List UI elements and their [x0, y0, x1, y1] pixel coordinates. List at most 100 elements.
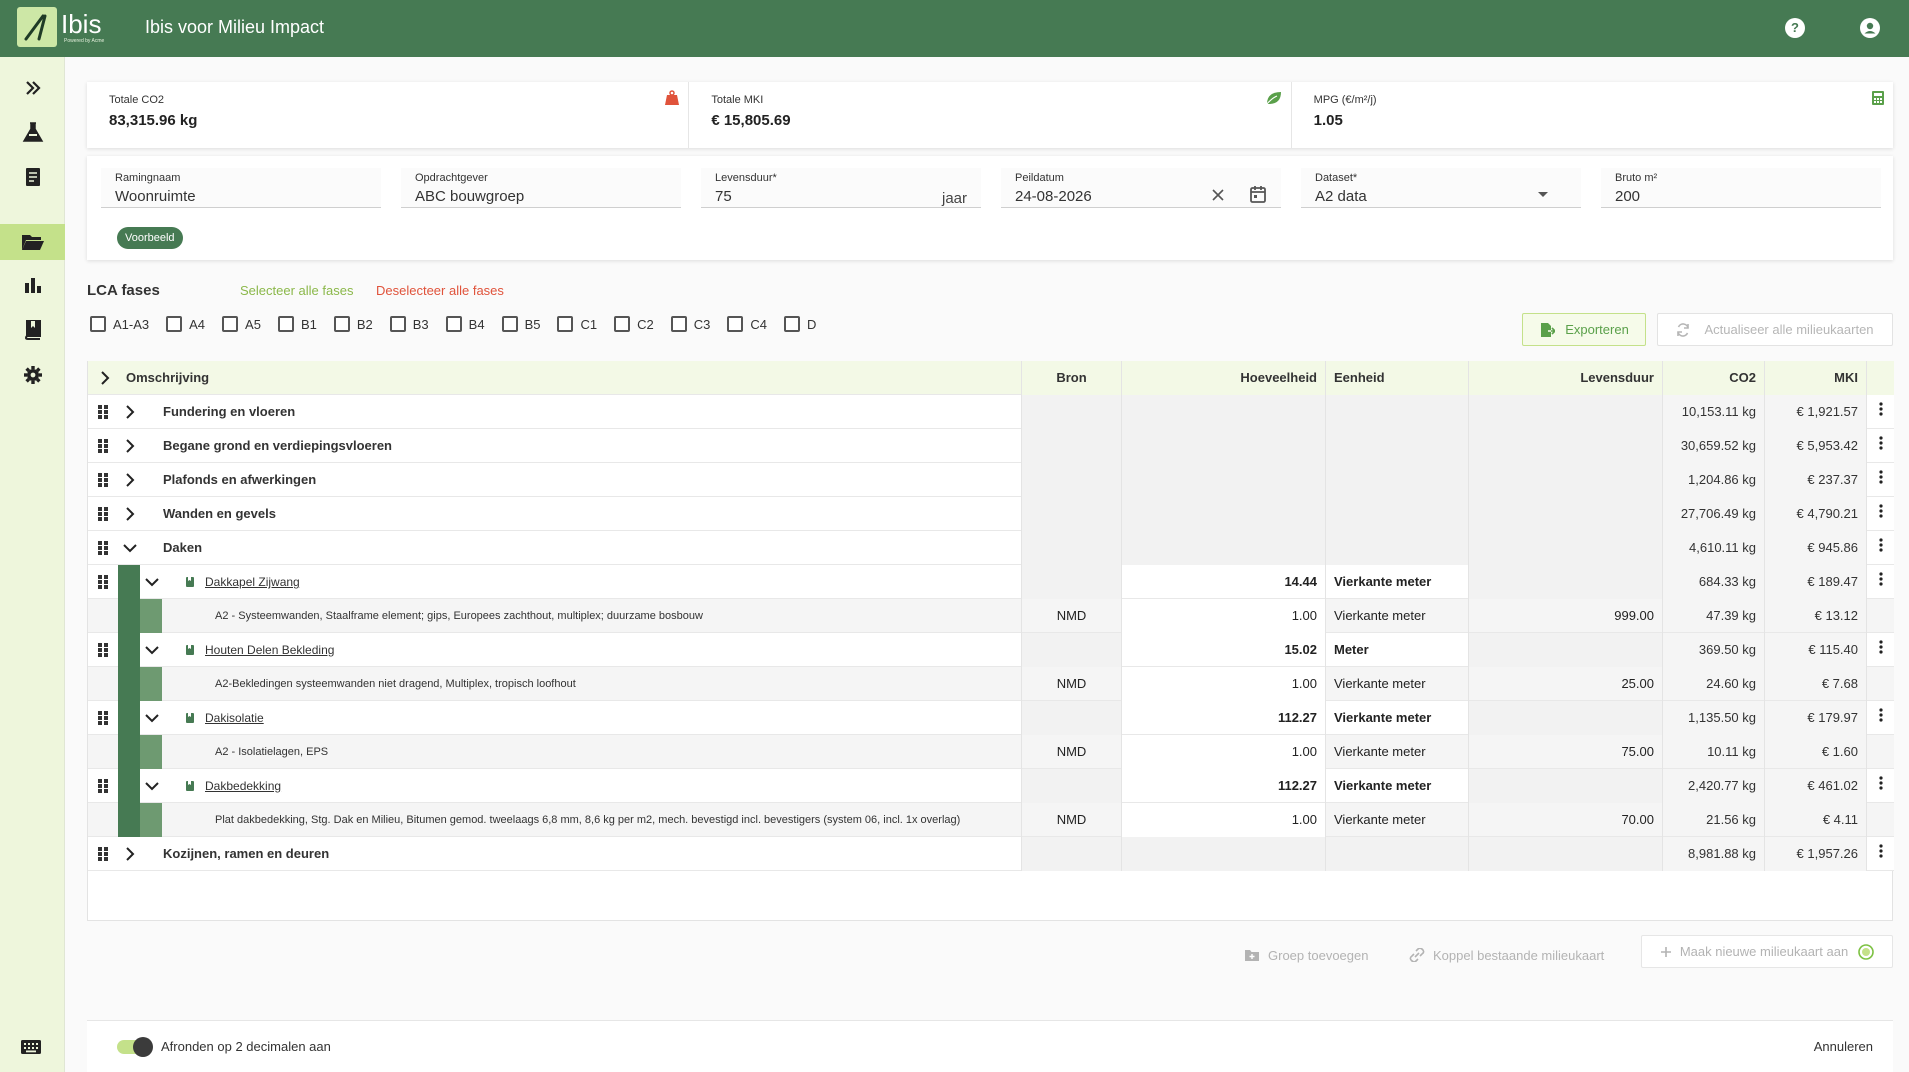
- table-row[interactable]: A2 - Systeemwanden, Staalframe element; …: [88, 599, 1894, 633]
- row-menu-button[interactable]: [1866, 701, 1894, 735]
- help-icon[interactable]: ?: [1785, 18, 1805, 38]
- row-menu-button[interactable]: [1866, 429, 1894, 463]
- peildatum-field[interactable]: Peildatum 24-08-2026: [1001, 168, 1281, 208]
- sidebar-item-settings[interactable]: [0, 357, 65, 393]
- table-row[interactable]: Daken 4,610.11 kg € 945.86: [88, 531, 1894, 565]
- group-name[interactable]: Kozijnen, ramen en deuren: [163, 837, 329, 871]
- table-row[interactable]: Plafonds en afwerkingen 1,204.86 kg € 237.…: [88, 463, 1894, 497]
- cell-hoeveelheid[interactable]: 1.00: [1121, 599, 1325, 633]
- table-row[interactable]: A2-Bekledingen systeemwanden niet dragen…: [88, 667, 1894, 701]
- checkbox-icon[interactable]: [557, 316, 574, 332]
- header-bron[interactable]: Bron: [1021, 361, 1121, 395]
- calendar-icon[interactable]: [1249, 185, 1267, 203]
- more-vert-icon[interactable]: [1878, 402, 1883, 416]
- drag-handle-icon[interactable]: [97, 710, 109, 726]
- phase-checkbox[interactable]: C1: [557, 316, 597, 332]
- phase-checkbox[interactable]: B5: [501, 316, 540, 332]
- phase-checkbox[interactable]: B3: [389, 316, 429, 332]
- table-row[interactable]: A2 - Isolatielagen, EPS NMD 1.00 Vierkante …: [88, 735, 1894, 769]
- table-row[interactable]: Begane grond en verdiepingsvloeren 30,659…: [88, 429, 1894, 463]
- sidebar-item-projects[interactable]: [0, 224, 65, 260]
- row-menu-button[interactable]: [1866, 837, 1894, 871]
- cell-hoeveelheid[interactable]: 1.00: [1121, 735, 1325, 769]
- checkbox-icon[interactable]: [783, 316, 800, 332]
- header-levensduur[interactable]: Levensduur: [1468, 361, 1662, 395]
- more-vert-icon[interactable]: [1878, 844, 1883, 858]
- clear-icon[interactable]: [1211, 188, 1225, 202]
- cell-hoeveelheid[interactable]: 1.00: [1121, 803, 1325, 837]
- drag-handle-icon[interactable]: [97, 778, 109, 794]
- chevron-right-icon[interactable]: [125, 847, 135, 861]
- checkbox-icon[interactable]: [222, 316, 239, 332]
- drag-handle-icon[interactable]: [97, 540, 109, 556]
- sidebar-expand-button[interactable]: [0, 70, 65, 106]
- export-button[interactable]: Exporteren: [1522, 313, 1646, 346]
- drag-handle-icon[interactable]: [97, 574, 109, 590]
- drag-handle-icon[interactable]: [97, 404, 109, 420]
- row-menu-button[interactable]: [1866, 769, 1894, 803]
- header-hoeveelheid[interactable]: Hoeveelheid: [1121, 361, 1325, 395]
- chevron-down-icon[interactable]: [145, 645, 159, 655]
- drag-handle-icon[interactable]: [97, 846, 109, 862]
- drag-handle-icon[interactable]: [97, 438, 109, 454]
- table-row[interactable]: Dakkapel Zijwang 14.44 Vierkante meter 684.…: [88, 565, 1894, 599]
- deselect-all-phases-link[interactable]: Deselecteer alle fases: [376, 283, 504, 298]
- drag-handle-icon[interactable]: [97, 472, 109, 488]
- row-menu-button[interactable]: [1866, 803, 1894, 837]
- table-row[interactable]: Dakisolatie 112.27 Vierkante meter 1,135.50…: [88, 701, 1894, 735]
- chevron-right-icon[interactable]: [100, 371, 110, 385]
- table-row[interactable]: Fundering en vloeren 10,153.11 kg € 1,921.…: [88, 395, 1894, 429]
- opdrachtgever-field[interactable]: Opdrachtgever ABC bouwgroep: [401, 168, 681, 208]
- phase-checkbox[interactable]: A4: [166, 316, 205, 332]
- header-omschrijving[interactable]: Omschrijving: [126, 361, 1021, 395]
- chevron-right-icon[interactable]: [125, 405, 135, 419]
- row-menu-button[interactable]: [1866, 463, 1894, 497]
- table-row[interactable]: Kozijnen, ramen en deuren 8,981.88 kg € 1,…: [88, 837, 1894, 871]
- table-row[interactable]: Houten Delen Bekleding 15.02 Meter 369.50 k…: [88, 633, 1894, 667]
- checkbox-icon[interactable]: [333, 316, 350, 332]
- select-all-phases-link[interactable]: Selecteer alle fases: [240, 283, 353, 298]
- table-row[interactable]: Dakbedekking 112.27 Vierkante meter 2,420.7…: [88, 769, 1894, 803]
- account-icon[interactable]: [1860, 18, 1880, 38]
- checkbox-icon[interactable]: [277, 316, 294, 332]
- rounding-toggle[interactable]: [117, 1037, 153, 1057]
- checkbox-icon[interactable]: [389, 316, 406, 332]
- phase-checkbox[interactable]: C2: [614, 316, 654, 332]
- cell-hoeveelheid[interactable]: 1.00: [1121, 667, 1325, 701]
- header-mki[interactable]: MKI: [1764, 361, 1866, 395]
- checkbox-icon[interactable]: [90, 316, 106, 332]
- sidebar-item-reports[interactable]: [0, 267, 65, 303]
- chevron-down-icon[interactable]: [145, 781, 159, 791]
- sidebar-item-library[interactable]: [0, 312, 65, 348]
- phase-checkbox[interactable]: B1: [277, 316, 317, 332]
- row-menu-button[interactable]: [1866, 599, 1894, 633]
- drag-handle-icon[interactable]: [97, 642, 109, 658]
- more-vert-icon[interactable]: [1878, 436, 1883, 450]
- element-link[interactable]: Dakbedekking: [205, 769, 281, 803]
- element-link[interactable]: Dakkapel Zijwang: [205, 565, 300, 599]
- update-all-cards-button[interactable]: Actualiseer alle milieukaarten: [1657, 313, 1893, 346]
- phase-checkbox[interactable]: A5: [222, 316, 261, 332]
- cancel-button[interactable]: Annuleren: [1814, 1039, 1873, 1054]
- checkbox-icon[interactable]: [501, 316, 518, 332]
- chevron-right-icon[interactable]: [125, 507, 135, 521]
- group-name[interactable]: Begane grond en verdiepingsvloeren: [163, 429, 392, 463]
- row-menu-button[interactable]: [1866, 531, 1894, 565]
- new-card-button[interactable]: Maak nieuwe milieukaart aan: [1641, 935, 1893, 968]
- more-vert-icon[interactable]: [1878, 640, 1883, 654]
- table-row[interactable]: Plat dakbedekking, Stg. Dak en Milieu, B…: [88, 803, 1894, 837]
- phase-checkbox[interactable]: C4: [727, 316, 767, 332]
- sidebar-item-documents[interactable]: [0, 159, 65, 195]
- checkbox-icon[interactable]: [727, 316, 744, 332]
- link-card-button[interactable]: Koppel bestaande milieukaart: [1409, 940, 1604, 970]
- phase-checkbox[interactable]: C3: [670, 316, 710, 332]
- element-link[interactable]: Houten Delen Bekleding: [205, 633, 334, 667]
- checkbox-icon[interactable]: [166, 316, 183, 332]
- chevron-right-icon[interactable]: [125, 473, 135, 487]
- ramingnaam-field[interactable]: Ramingnaam Woonruimte: [101, 168, 381, 208]
- header-eenheid[interactable]: Eenheid: [1325, 361, 1468, 395]
- phase-checkbox[interactable]: B2: [333, 316, 373, 332]
- header-co2[interactable]: CO2: [1662, 361, 1764, 395]
- more-vert-icon[interactable]: [1878, 708, 1883, 722]
- group-name[interactable]: Plafonds en afwerkingen: [163, 463, 316, 497]
